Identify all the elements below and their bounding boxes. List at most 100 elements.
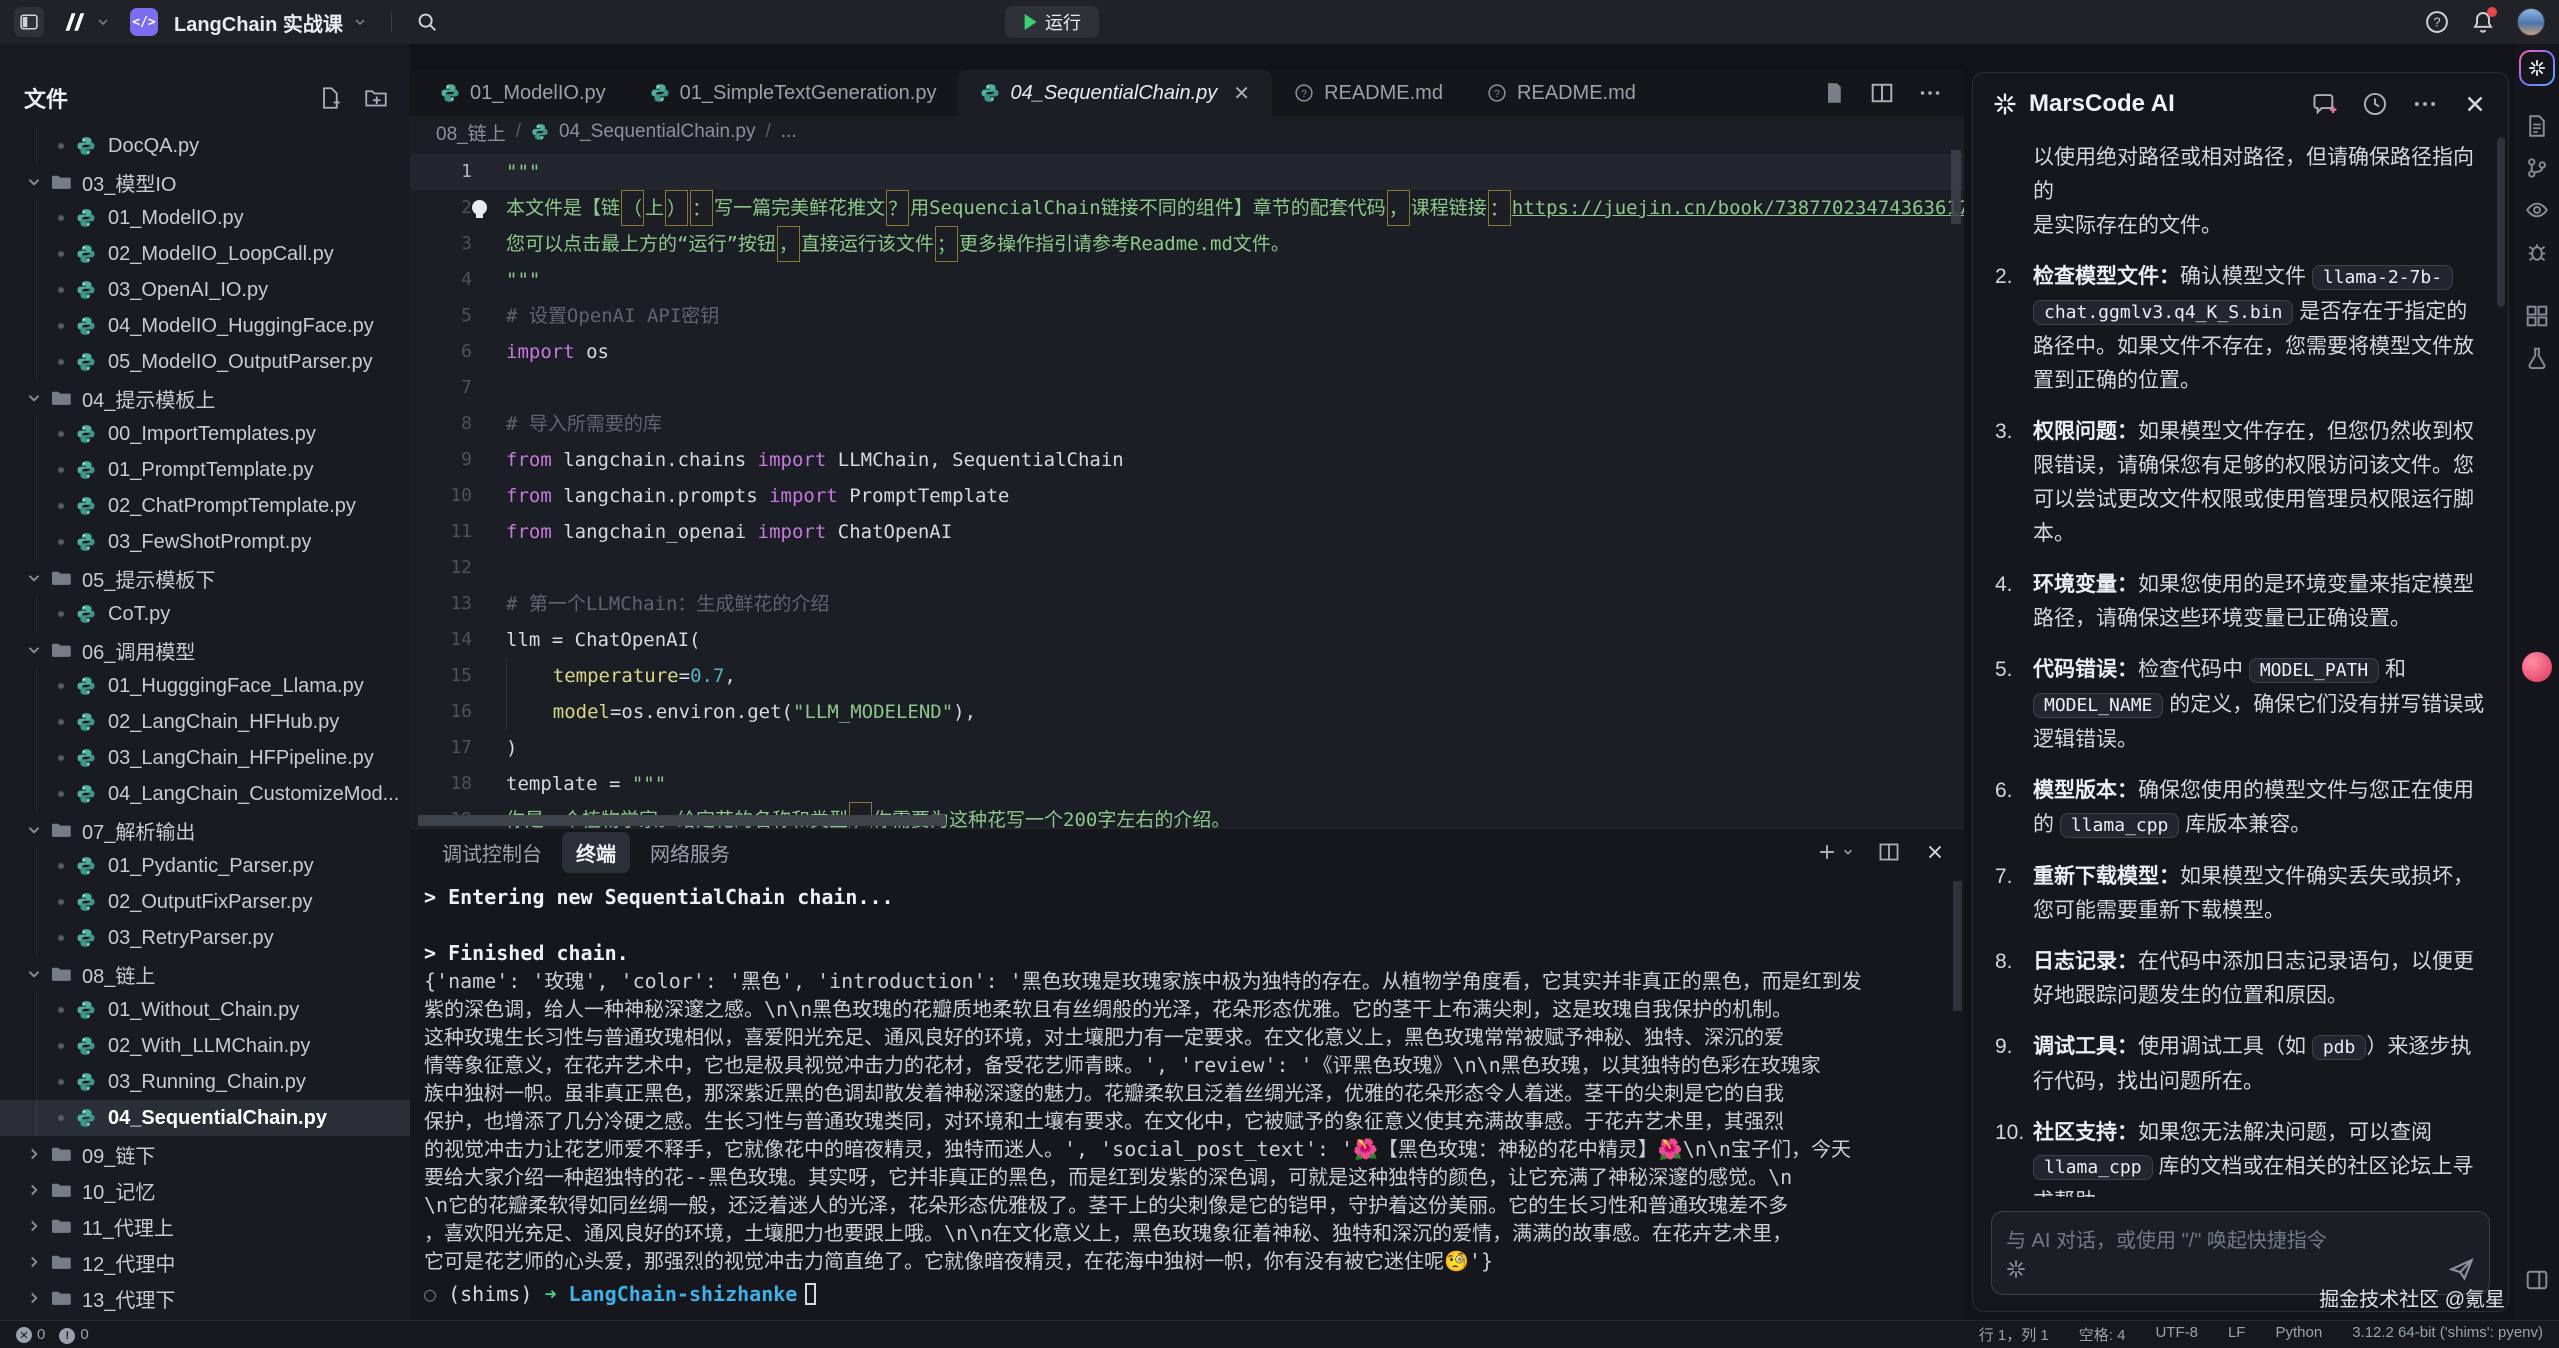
history-icon[interactable] bbox=[2362, 91, 2388, 117]
chevron-down-icon[interactable] bbox=[96, 15, 110, 29]
code-line[interactable]: 15 temperature=0.7, bbox=[410, 658, 1964, 694]
warnings-status[interactable]: !0 bbox=[59, 1326, 88, 1344]
tree-file[interactable]: 04_ModelIO_HuggingFace.py bbox=[0, 308, 410, 344]
assistant-avatar-badge[interactable] bbox=[2522, 652, 2552, 682]
tree-file[interactable]: 02_LangChain_HFHub.py bbox=[0, 704, 410, 740]
code-line[interactable]: 4""" bbox=[410, 262, 1964, 298]
code-line[interactable]: 16 model=os.environ.get("LLM_MODELEND"), bbox=[410, 694, 1964, 730]
breadcrumb-file[interactable]: 04_SequentialChain.py bbox=[559, 121, 756, 143]
breadcrumb-folder[interactable]: 08_链上 bbox=[436, 119, 506, 146]
toggle-sidebar-button[interactable] bbox=[14, 7, 44, 37]
status-item[interactable]: 空格: 4 bbox=[2079, 1324, 2126, 1345]
editor-horizontal-scrollbar[interactable] bbox=[418, 815, 946, 826]
breadcrumb-more[interactable]: ... bbox=[781, 121, 797, 143]
code-line[interactable]: 1""" bbox=[410, 154, 1964, 190]
status-item[interactable]: LF bbox=[2228, 1324, 2246, 1345]
notifications-bell-icon[interactable] bbox=[2471, 10, 2495, 34]
document-icon[interactable] bbox=[2523, 112, 2551, 140]
more-actions-icon[interactable] bbox=[1918, 81, 1942, 105]
code-editor[interactable]: 1"""2本文件是【链（上）：写一篇完美鲜花推文？用SequencialChai… bbox=[410, 148, 1964, 828]
search-icon[interactable] bbox=[416, 11, 438, 33]
bug-debug-icon[interactable] bbox=[2523, 238, 2551, 266]
tree-folder[interactable]: 09_链下 bbox=[0, 1136, 410, 1172]
code-link[interactable]: https://juejin.cn/book/73877023474363617… bbox=[1512, 190, 1964, 226]
flask-test-icon[interactable] bbox=[2523, 344, 2551, 372]
chevron-down-icon[interactable] bbox=[353, 15, 367, 29]
split-editor-icon[interactable] bbox=[1870, 81, 1894, 105]
errors-status[interactable]: ✕0 bbox=[16, 1326, 45, 1344]
tree-file[interactable]: DocQA.py bbox=[0, 128, 410, 164]
layout-panel-icon[interactable] bbox=[2523, 1266, 2551, 1294]
tree-file[interactable]: 04_LangChain_CustomizeMod... bbox=[0, 776, 410, 812]
tree-file[interactable]: 02_ModelIO_LoopCall.py bbox=[0, 236, 410, 272]
tree-folder[interactable]: 05_提示模板下 bbox=[0, 560, 410, 596]
tree-folder[interactable]: 10_记忆 bbox=[0, 1172, 410, 1208]
editor-tab[interactable]: ?README.md bbox=[1272, 70, 1465, 116]
close-icon[interactable] bbox=[2462, 91, 2488, 117]
source-control-icon[interactable] bbox=[2523, 154, 2551, 182]
run-button[interactable]: 运行 bbox=[1005, 6, 1099, 38]
close-panel-icon[interactable] bbox=[1924, 841, 1946, 863]
code-line[interactable]: 9from langchain.chains import LLMChain, … bbox=[410, 442, 1964, 478]
status-item[interactable]: UTF-8 bbox=[2155, 1324, 2198, 1345]
send-icon[interactable] bbox=[2449, 1256, 2475, 1282]
tree-folder[interactable]: 07_解析输出 bbox=[0, 812, 410, 848]
more-actions-icon[interactable] bbox=[2412, 91, 2438, 117]
tree-file[interactable]: 03_LangChain_HFPipeline.py bbox=[0, 740, 410, 776]
open-preview-icon[interactable] bbox=[1822, 81, 1846, 105]
code-line[interactable]: 3您可以点击最上方的“运行”按钮，直接运行该文件；更多操作指引请参考Readme… bbox=[410, 226, 1964, 262]
new-folder-icon[interactable] bbox=[364, 86, 388, 110]
tree-file[interactable]: 03_Running_Chain.py bbox=[0, 1064, 410, 1100]
help-icon[interactable]: ? bbox=[2425, 10, 2449, 34]
code-line[interactable]: 17) bbox=[410, 730, 1964, 766]
panel-tab[interactable]: 网络服务 bbox=[636, 832, 744, 873]
breadcrumb[interactable]: 08_链上 / 04_SequentialChain.py / ... bbox=[410, 116, 1964, 148]
tree-file[interactable]: 05_ModelIO_OutputParser.py bbox=[0, 344, 410, 380]
tree-folder[interactable]: 04_提示模板上 bbox=[0, 380, 410, 416]
tree-file[interactable]: 01_HugggingFace_Llama.py bbox=[0, 668, 410, 704]
editor-tab[interactable]: 01_ModelIO.py bbox=[418, 70, 628, 116]
tree-folder[interactable]: 08_链上 bbox=[0, 956, 410, 992]
new-chat-icon[interactable] bbox=[2312, 91, 2338, 117]
tree-file[interactable]: 01_ModelIO.py bbox=[0, 200, 410, 236]
editor-vertical-scrollbar[interactable] bbox=[1951, 150, 1961, 224]
project-title[interactable]: LangChain 实战课 bbox=[174, 8, 343, 37]
marscode-logo-icon[interactable] bbox=[60, 12, 86, 32]
tree-file[interactable]: 02_OutputFixParser.py bbox=[0, 884, 410, 920]
tree-file[interactable]: 03_FewShotPrompt.py bbox=[0, 524, 410, 560]
status-item[interactable]: 3.12.2 64-bit ('shims': pyenv) bbox=[2352, 1324, 2543, 1345]
new-file-icon[interactable] bbox=[318, 86, 342, 110]
tree-file[interactable]: 03_OpenAI_IO.py bbox=[0, 272, 410, 308]
terminal-prompt[interactable]: ○ (shims) ➜ LangChain-shizhanke bbox=[424, 1279, 1958, 1309]
code-line[interactable]: 10from langchain.prompts import PromptTe… bbox=[410, 478, 1964, 514]
code-line[interactable]: 6import os bbox=[410, 334, 1964, 370]
user-avatar[interactable] bbox=[2517, 8, 2545, 36]
ai-assistant-activity-icon[interactable] bbox=[2519, 50, 2555, 86]
editor-tab[interactable]: 01_SimpleTextGeneration.py bbox=[628, 70, 959, 116]
code-line[interactable]: 2本文件是【链（上）：写一篇完美鲜花推文？用SequencialChain链接不… bbox=[410, 190, 1964, 226]
terminal-scrollbar[interactable] bbox=[1953, 881, 1962, 1011]
tree-file[interactable]: 03_RetryParser.py bbox=[0, 920, 410, 956]
tree-folder[interactable]: 13_代理下 bbox=[0, 1280, 410, 1316]
code-line[interactable]: 18template = """ bbox=[410, 766, 1964, 802]
code-line[interactable]: 7 bbox=[410, 370, 1964, 406]
tree-folder[interactable]: 03_模型IO bbox=[0, 164, 410, 200]
tree-file[interactable]: 02_ChatPromptTemplate.py bbox=[0, 488, 410, 524]
code-line[interactable]: 8# 导入所需要的库 bbox=[410, 406, 1964, 442]
code-line[interactable]: 5# 设置OpenAI API密钥 bbox=[410, 298, 1964, 334]
panel-tab[interactable]: 调试控制台 bbox=[428, 832, 556, 873]
editor-tab[interactable]: ?README.md bbox=[1465, 70, 1658, 116]
code-line[interactable]: 11from langchain_openai import ChatOpenA… bbox=[410, 514, 1964, 550]
extensions-grid-icon[interactable] bbox=[2523, 302, 2551, 330]
code-line[interactable]: 13# 第一个LLMChain：生成鲜花的介绍 bbox=[410, 586, 1964, 622]
tree-folder[interactable]: 11_代理上 bbox=[0, 1208, 410, 1244]
tree-file[interactable]: CoT.py bbox=[0, 596, 410, 632]
tree-file[interactable]: 02_With_LLMChain.py bbox=[0, 1028, 410, 1064]
status-item[interactable]: Python bbox=[2275, 1324, 2322, 1345]
tree-file[interactable]: 01_Without_Chain.py bbox=[0, 992, 410, 1028]
editor-tab[interactable]: 04_SequentialChain.py✕ bbox=[958, 70, 1272, 116]
new-terminal-button[interactable] bbox=[1816, 841, 1854, 863]
tree-file[interactable]: 00_ImportTemplates.py bbox=[0, 416, 410, 452]
code-line[interactable]: 12 bbox=[410, 550, 1964, 586]
split-terminal-icon[interactable] bbox=[1878, 841, 1900, 863]
